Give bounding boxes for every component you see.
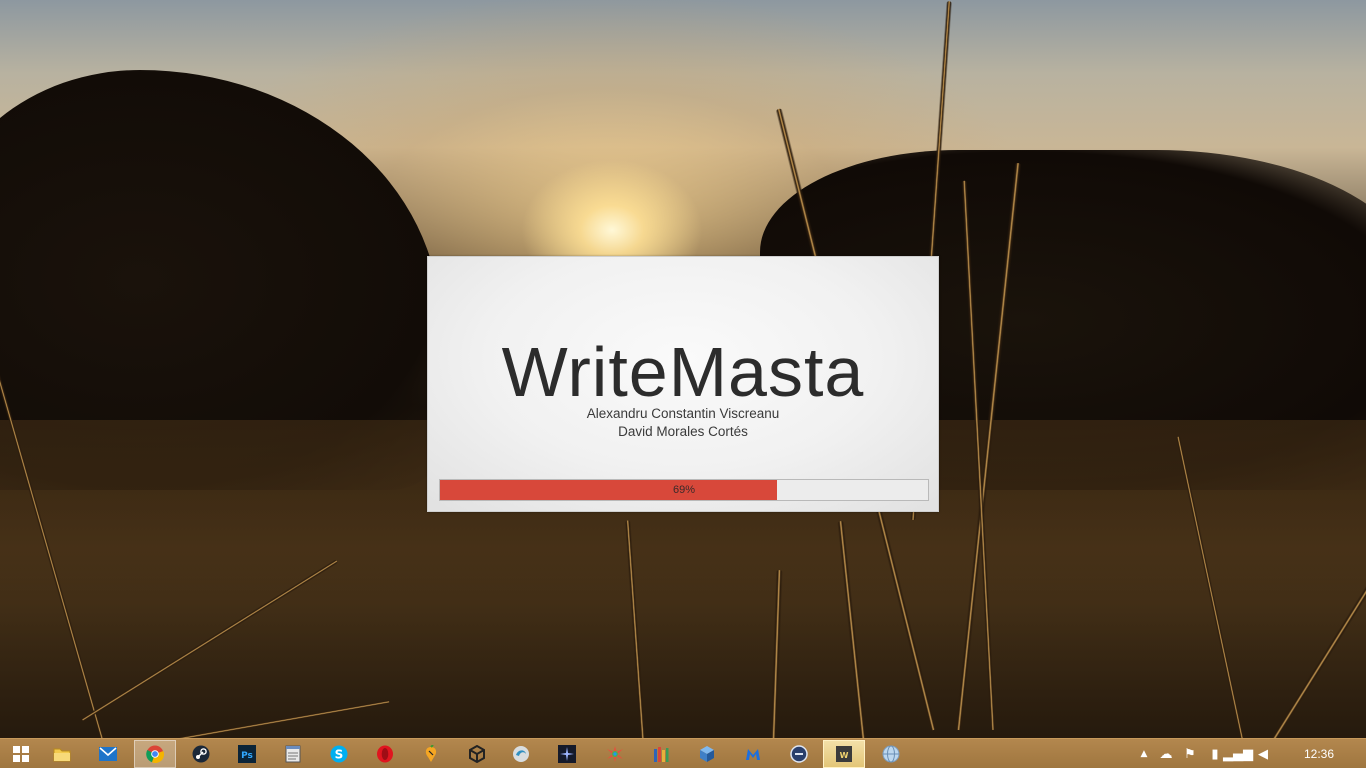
- taskbar-button-app-books[interactable]: [640, 740, 682, 768]
- taskbar-button-app-globe[interactable]: [870, 740, 912, 768]
- unity-icon: [468, 745, 486, 763]
- taskbar-button-writemasta[interactable]: W: [823, 740, 865, 768]
- steam-icon: [192, 745, 210, 763]
- taskbar-button-skype[interactable]: S: [318, 740, 360, 768]
- taskbar-button-notepad[interactable]: [272, 740, 314, 768]
- taskbar-clock[interactable]: 12:36: [1296, 739, 1342, 768]
- show-hidden-icons-icon[interactable]: ▲: [1134, 740, 1154, 768]
- taskbar-button-unity[interactable]: [456, 740, 498, 768]
- app-globe-icon: [882, 745, 900, 763]
- taskbar-button-app-colorful[interactable]: [594, 740, 636, 768]
- volume-icon[interactable]: ◀: [1253, 740, 1273, 768]
- taskbar-button-app-gray[interactable]: [500, 740, 542, 768]
- taskbar: Ps S W ▲ ☁ ⚑ ▮ ▂▄▆ ◀ 12:36: [0, 738, 1366, 768]
- chrome-icon: [146, 745, 164, 763]
- notepad-icon: [284, 745, 302, 763]
- taskbar-button-file-explorer[interactable]: [41, 740, 83, 768]
- skype-icon: S: [330, 745, 348, 763]
- app-dark-icon: [558, 745, 576, 763]
- network-signal-icon[interactable]: ▂▄▆: [1223, 740, 1253, 768]
- fl-studio-icon: [422, 745, 440, 763]
- author-name: David Morales Cortés: [618, 424, 748, 439]
- taskbar-button-opera[interactable]: [364, 740, 406, 768]
- taskbar-button-app-circle[interactable]: [778, 740, 820, 768]
- app-gray-icon: [512, 745, 530, 763]
- virtualbox-icon: [698, 745, 716, 763]
- malwarebytes-icon: [744, 745, 762, 763]
- progress-percent-label: 69%: [672, 484, 696, 496]
- start-button-icon: [12, 745, 30, 763]
- app-circle-icon: [790, 745, 808, 763]
- svg-text:S: S: [335, 748, 344, 762]
- writemasta-icon: W: [835, 745, 853, 763]
- taskbar-button-app-dark[interactable]: [546, 740, 588, 768]
- app-books-icon: [652, 745, 670, 763]
- taskbar-button-chrome[interactable]: [134, 740, 176, 768]
- file-explorer-icon: [53, 745, 71, 763]
- taskbar-button-virtualbox[interactable]: [686, 740, 728, 768]
- photoshop-icon: Ps: [238, 745, 256, 763]
- author-name: Alexandru Constantin Viscreanu: [586, 406, 780, 421]
- taskbar-button-mail[interactable]: [87, 740, 129, 768]
- taskbar-button-fl-studio[interactable]: [410, 740, 452, 768]
- svg-text:W: W: [840, 751, 849, 760]
- action-center-flag-icon[interactable]: ⚑: [1180, 740, 1200, 768]
- taskbar-button-steam[interactable]: [180, 740, 222, 768]
- mail-icon: [99, 745, 117, 763]
- taskbar-button-malwarebytes[interactable]: [732, 740, 774, 768]
- battery-icon[interactable]: ▮: [1205, 740, 1225, 768]
- app-colorful-icon: [606, 745, 624, 763]
- onedrive-icon[interactable]: ☁: [1156, 740, 1176, 768]
- svg-text:Ps: Ps: [241, 751, 253, 761]
- loading-progress-bar: 69%: [439, 479, 929, 501]
- taskbar-button-photoshop[interactable]: Ps: [226, 740, 268, 768]
- taskbar-button-start-button[interactable]: [0, 740, 42, 768]
- app-name-title: WriteMasta: [501, 333, 865, 411]
- splash-screen: WriteMasta Alexandru Constantin Viscrean…: [427, 256, 939, 512]
- opera-icon: [376, 745, 394, 763]
